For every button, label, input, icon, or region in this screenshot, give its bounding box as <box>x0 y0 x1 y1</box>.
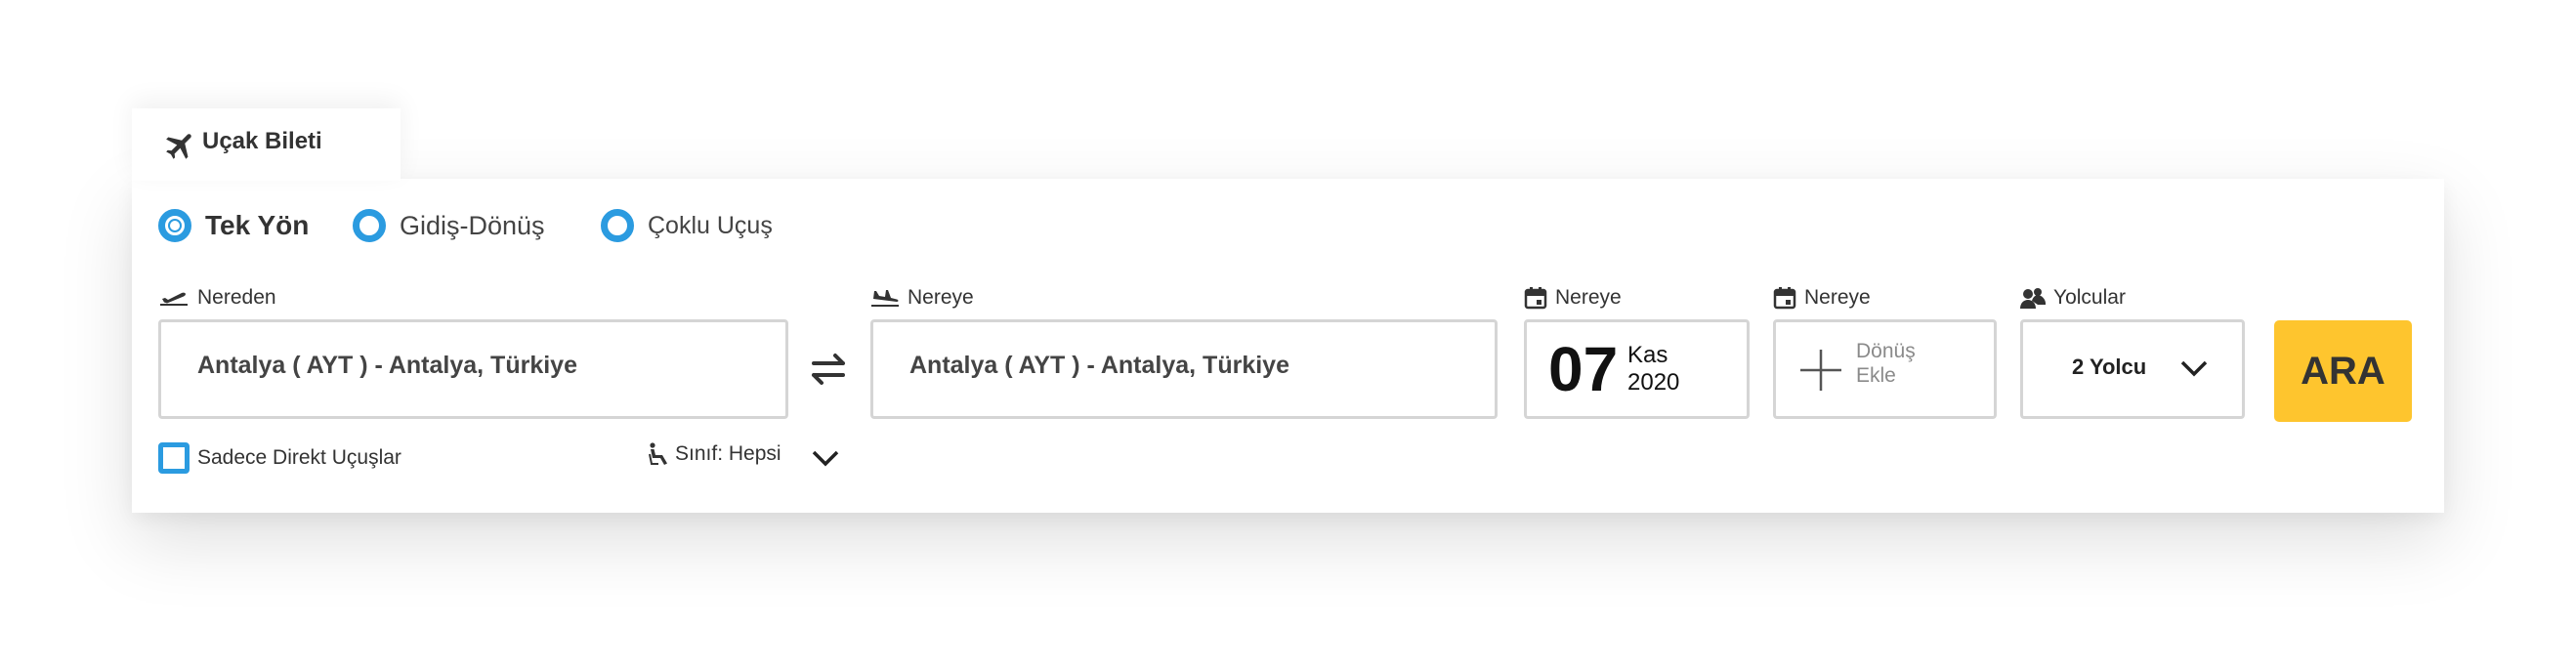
return-add-line1: Dönüş <box>1856 340 1916 362</box>
radio-label: Çoklu Uçuş <box>648 211 773 239</box>
depart-year: 2020 <box>1627 369 1680 396</box>
radio-round-trip[interactable]: Gidiş-Dönüş <box>353 209 545 242</box>
tab-flight-ticket[interactable]: Uçak Bileti <box>132 108 401 181</box>
from-label: Nereden <box>158 286 276 310</box>
radio-label: Tek Yön <box>205 210 310 240</box>
to-value: Antalya ( AYT ) - Antalya, Türkiye <box>909 352 1289 379</box>
calendar-icon <box>1773 287 1796 310</box>
depart-month: Kas <box>1627 342 1668 368</box>
swap-icon[interactable] <box>810 352 849 387</box>
passengers-label: Yolcular <box>2020 286 2126 310</box>
plus-icon <box>1800 350 1841 391</box>
radio-multi-city[interactable]: Çoklu Uçuş <box>601 209 773 242</box>
to-field[interactable]: Antalya ( AYT ) - Antalya, Türkiye <box>870 319 1498 419</box>
from-label-text: Nereden <box>197 286 276 309</box>
to-label-text: Nereye <box>908 286 974 309</box>
return-label: Nereye <box>1773 286 1871 310</box>
depart-day: 07 <box>1548 334 1619 404</box>
passengers-label-text: Yolcular <box>2053 286 2126 309</box>
radio-indicator <box>353 209 386 242</box>
passengers-value: 2 Yolcu <box>2072 355 2147 379</box>
radio-selected-indicator <box>158 209 191 242</box>
direct-flights-checkbox[interactable]: Sadece Direkt Uçuşlar <box>158 442 401 474</box>
return-add-line2: Ekle <box>1856 364 1896 387</box>
depart-label: Nereye <box>1524 286 1622 310</box>
calendar-icon <box>1524 287 1547 310</box>
tab-label: Uçak Bileti <box>202 128 322 154</box>
cabin-class-label: Sınıf: Hepsi <box>675 442 781 465</box>
depart-date-field[interactable]: 07 Kas 2020 <box>1524 319 1750 419</box>
to-label: Nereye <box>870 286 974 310</box>
direct-flights-label: Sadece Direkt Uçuşlar <box>197 446 401 469</box>
cabin-class-selector[interactable]: Sınıf: Hepsi <box>648 442 781 466</box>
landing-icon <box>871 290 899 307</box>
from-field[interactable]: Antalya ( AYT ) - Antalya, Türkiye <box>158 319 788 419</box>
takeoff-icon <box>160 292 188 306</box>
chevron-down-icon <box>2180 360 2208 377</box>
from-value: Antalya ( AYT ) - Antalya, Türkiye <box>197 352 577 379</box>
airplane-icon <box>166 134 191 159</box>
checkbox-box <box>158 442 190 474</box>
return-label-text: Nereye <box>1804 286 1871 309</box>
return-date-field[interactable]: Dönüş Ekle <box>1773 319 1997 419</box>
radio-label: Gidiş-Dönüş <box>400 210 545 240</box>
chevron-down-icon[interactable] <box>811 449 840 467</box>
passengers-field[interactable]: 2 Yolcu <box>2020 319 2245 419</box>
radio-one-way[interactable]: Tek Yön <box>158 209 309 242</box>
search-button[interactable]: ARA <box>2274 320 2412 422</box>
radio-indicator <box>601 209 634 242</box>
seat-icon <box>649 442 667 465</box>
depart-label-text: Nereye <box>1555 286 1622 309</box>
passengers-icon <box>2020 288 2046 309</box>
